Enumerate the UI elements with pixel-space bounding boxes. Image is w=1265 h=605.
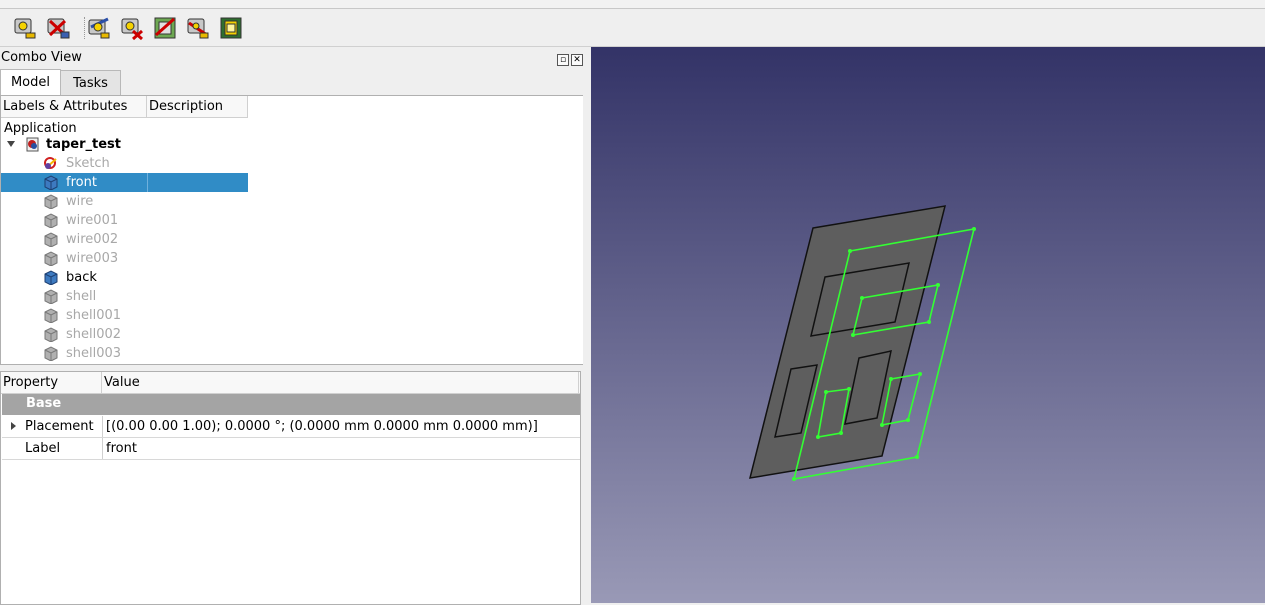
part-box-icon [43,327,59,343]
tree-item-shell[interactable]: shell [1,287,248,306]
tree-item-wire003[interactable]: wire003 [1,249,248,268]
tree-item-back[interactable]: back [1,268,248,287]
dock-buttons: ▫ ✕ [557,51,585,66]
measure-clear-icon[interactable] [45,15,71,41]
property-row-label[interactable]: Label front [2,438,580,460]
header-value[interactable]: Value [102,372,579,393]
close-icon[interactable]: ✕ [571,54,583,66]
property-value[interactable]: front [106,438,137,459]
tree-item-shell002[interactable]: shell002 [1,325,248,344]
column-divider [102,416,103,437]
part-box-icon [43,270,59,286]
column-divider [102,438,103,459]
tree-item-wire[interactable]: wire [1,192,248,211]
expand-arrow-icon[interactable] [11,422,16,430]
tree-item-label: back [66,270,97,285]
tree-item-label: wire [66,194,94,209]
tree-header: Labels & Attributes Description [1,96,248,118]
tree-item-sketch[interactable]: Sketch [1,154,248,173]
part-box-icon [43,346,59,362]
expand-arrow-icon[interactable] [7,141,15,147]
measure-toggle-delta-icon[interactable] [218,15,244,41]
tree-item-label: wire002 [66,232,119,247]
model-tree: Labels & Attributes Description Applicat… [0,95,585,365]
tree-item-shell001[interactable]: shell001 [1,306,248,325]
measure-toolbar [0,9,1265,47]
tree-item-label: wire001 [66,213,119,228]
part-box-icon [43,289,59,305]
tab-model[interactable]: Model [0,69,61,96]
panel-splitter[interactable] [0,364,585,369]
tree-item-label: front [66,175,97,190]
measure-angular-icon[interactable] [86,15,112,41]
property-value[interactable]: [(0.00 0.00 1.00); 0.0000 °; (0.0000 mm … [106,416,538,437]
combo-view-title: Combo View [1,50,82,65]
tree-item-front[interactable]: front [1,173,248,192]
window-top-strip [0,0,1265,9]
face-shape[interactable] [748,205,947,479]
tab-tasks[interactable]: Tasks [60,70,121,96]
tree-item-shell003[interactable]: shell003 [1,344,248,363]
tree-item-label: shell [66,289,97,304]
tree-item-wire002[interactable]: wire002 [1,230,248,249]
part-box-icon [43,194,59,210]
sketch-icon [43,156,59,171]
property-header: Property Value [1,372,580,394]
tree-item-label: shell003 [66,346,122,361]
document-icon [25,137,41,152]
part-box-icon [43,232,59,248]
measure-delete-icon[interactable] [119,15,145,41]
tree-item-wire001[interactable]: wire001 [1,211,248,230]
property-name: Placement [25,419,94,434]
tree-item-label: wire003 [66,251,119,266]
property-row-placement[interactable]: Placement [(0.00 0.00 1.00); 0.0000 °; (… [2,416,580,438]
group-label: Base [26,396,62,411]
measure-linear-icon[interactable] [12,15,38,41]
measure-toggle-all-icon[interactable] [152,15,178,41]
column-divider [147,173,148,192]
tree-item-label: Sketch [66,156,110,171]
panel-border [583,47,591,603]
part-box-icon [43,308,59,324]
header-labels[interactable]: Labels & Attributes [1,96,147,117]
part-box-icon [43,175,59,191]
float-icon[interactable]: ▫ [557,54,569,66]
tree-item-label: shell002 [66,327,122,342]
tree-item-label: shell001 [66,308,122,323]
part-box-icon [43,213,59,229]
part-box-icon [43,251,59,267]
document-label: taper_test [46,137,122,152]
property-editor: Property Value Base Placement [(0.00 0.0… [0,371,581,605]
property-name: Label [25,441,61,456]
3d-viewport[interactable] [591,47,1265,603]
header-description[interactable]: Description [147,96,248,117]
measure-toggle-3d-icon[interactable] [185,15,211,41]
header-property[interactable]: Property [1,372,102,393]
tree-item-document[interactable]: taper_test [1,135,248,154]
property-group-base[interactable]: Base [2,394,580,415]
